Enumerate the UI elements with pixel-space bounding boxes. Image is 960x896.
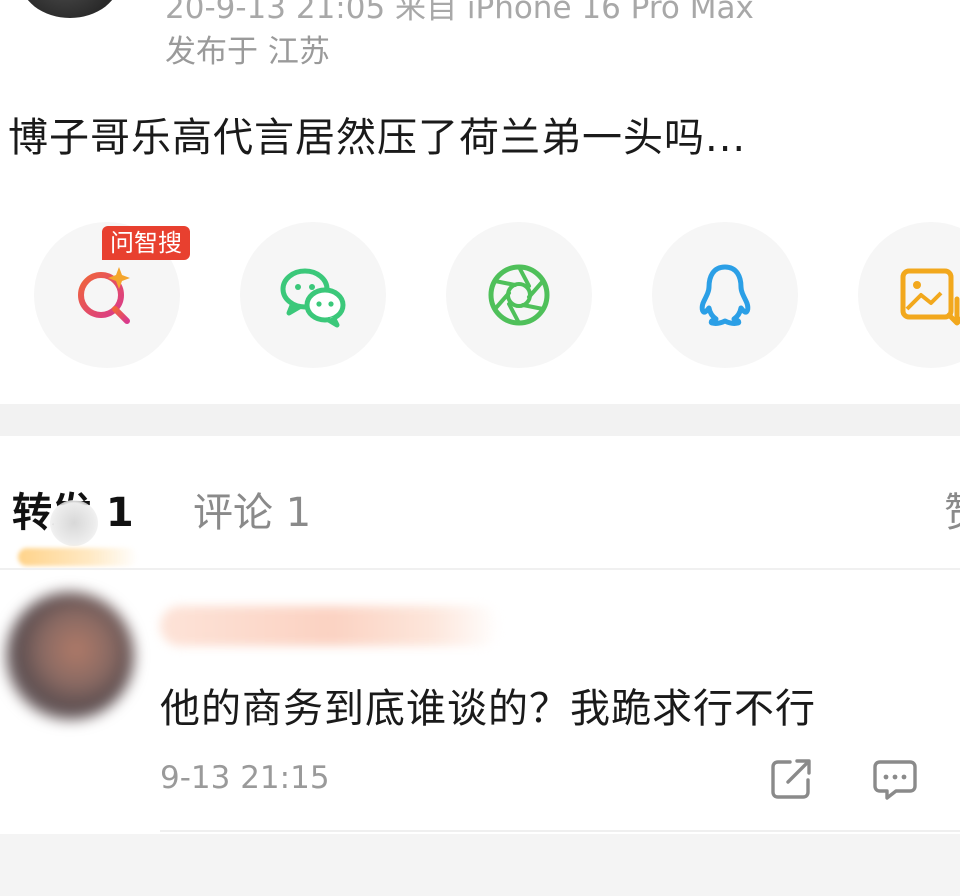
- post-content: 博子哥乐高代言居然压了荷兰弟一头吗...: [8, 115, 747, 161]
- share-icon: [771, 759, 811, 799]
- commenter-avatar[interactable]: [6, 592, 134, 720]
- save-image-button[interactable]: [858, 222, 960, 368]
- comment-icon: [873, 760, 917, 800]
- section-divider: [0, 404, 960, 436]
- wechat-icon: [280, 268, 346, 328]
- comment-reply-button[interactable]: [872, 756, 918, 802]
- comment-timestamp: 9-13 21:15: [160, 760, 330, 796]
- active-tab-indicator: [18, 548, 138, 566]
- weibo-post-detail: 20-9-13 21:05 来自 iPhone 16 Pro Max 发布于 江…: [0, 0, 960, 896]
- share-moments-button[interactable]: [446, 222, 592, 368]
- share-qq-button[interactable]: [652, 222, 798, 368]
- tab-likes[interactable]: 赞: [944, 480, 960, 538]
- share-wechat-button[interactable]: [240, 222, 386, 368]
- commenter-username-blurred[interactable]: [160, 606, 500, 646]
- comment-share-button[interactable]: [768, 756, 814, 802]
- interaction-tabs: 转发 1 评论 1 赞: [0, 436, 960, 570]
- bottom-spacer: [0, 834, 960, 896]
- ai-search-icon: [78, 267, 130, 324]
- blurred-overlay: [50, 500, 98, 546]
- author-avatar[interactable]: [20, 0, 120, 18]
- save-image-icon: [900, 268, 960, 326]
- post-location: 发布于 江苏: [165, 34, 330, 70]
- moments-icon: [488, 264, 550, 326]
- post-meta: 20-9-13 21:05 来自 iPhone 16 Pro Max: [165, 0, 754, 26]
- tab-comments[interactable]: 评论 1: [193, 480, 311, 538]
- ai-search-badge: 问智搜: [102, 226, 190, 260]
- comment-text: 他的商务到底谁谈的？我跪求行不行: [160, 686, 816, 732]
- list-item: 他的商务到底谁谈的？我跪求行不行 9-13 21:15: [0, 570, 960, 832]
- qq-icon: [699, 264, 751, 326]
- comment-divider: [160, 830, 960, 832]
